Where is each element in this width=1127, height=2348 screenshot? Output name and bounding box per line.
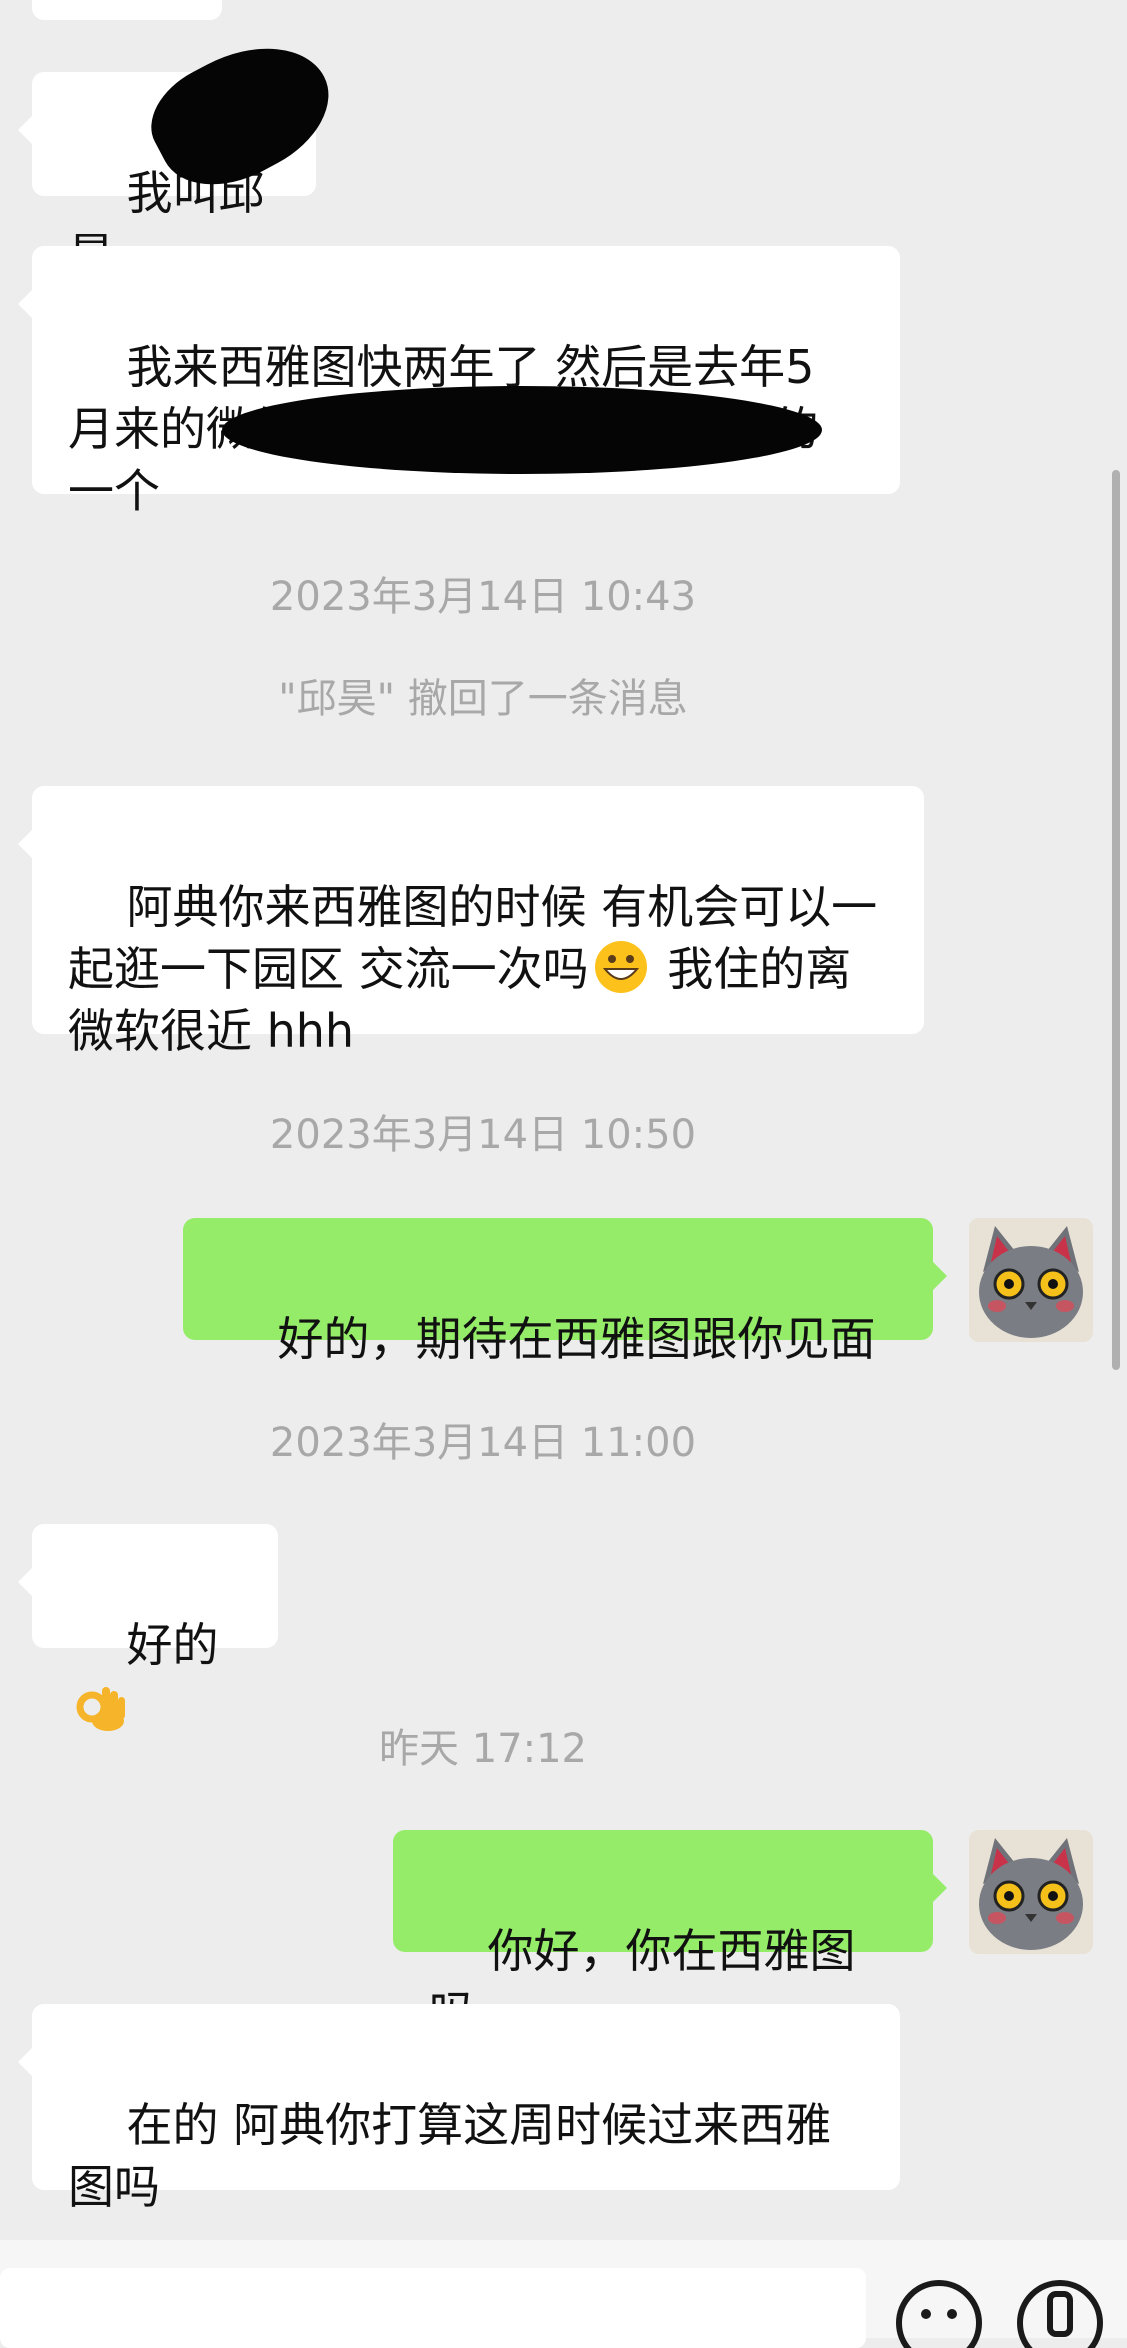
message-text: 在的 阿典你打算这周时候过来西雅图吗: [68, 2098, 832, 2214]
message-text: 好的: [126, 1618, 219, 1672]
timestamp: 2023年3月14日 10:43: [269, 574, 697, 620]
message-bubble-outgoing[interactable]: 你好，你在西雅图吗: [393, 1830, 947, 2040]
timestamp: 2023年3月14日 10:50: [269, 1112, 697, 1158]
recall-notice: "邱昊" 撤回了一条消息: [278, 676, 688, 722]
message-bubble-incoming[interactable]: 在的 阿典你打算这周时候过来西雅图吗: [18, 2004, 900, 2214]
input-toolbar: [0, 2240, 1127, 2348]
message-bubble-incoming[interactable]: 阿典你来西雅图的时候 有机会可以一起逛一下园区 交流一次吗 我住的离微软很近 h…: [18, 786, 924, 1058]
message-bubble-incoming[interactable]: 我来西雅图快两年了 然后是去年5月来的微软 现在在微软云计算下面的一个: [18, 246, 900, 518]
grinning-face-emoji: [594, 941, 647, 993]
cat-avatar[interactable]: [969, 1830, 1093, 1954]
cat-avatar-icon: [969, 1830, 1093, 1954]
chat-area: 我叫邱昊 我来西雅图快两年了 然后是去年5月来的微软 现在在微软云计算下面的一个…: [0, 0, 1127, 2348]
timestamp: 2023年3月14日 11:00: [269, 1420, 697, 1466]
previous-message-bubble[interactable]: [32, 0, 222, 20]
scrollbar[interactable]: [1112, 470, 1120, 1370]
message-bubble-incoming[interactable]: 好的: [18, 1524, 278, 1731]
message-text: 好的，期待在西雅图跟你见面: [277, 1312, 876, 1366]
message-bubble-incoming[interactable]: 我叫邱昊: [18, 18, 350, 282]
message-bubble-outgoing[interactable]: 好的，期待在西雅图跟你见面: [183, 1218, 947, 1366]
cat-avatar[interactable]: [969, 1218, 1093, 1342]
redaction-scribble: [222, 386, 822, 474]
cat-avatar-icon: [969, 1218, 1093, 1342]
timestamp: 昨天 17:12: [379, 1726, 587, 1772]
message-input[interactable]: [0, 2268, 866, 2348]
